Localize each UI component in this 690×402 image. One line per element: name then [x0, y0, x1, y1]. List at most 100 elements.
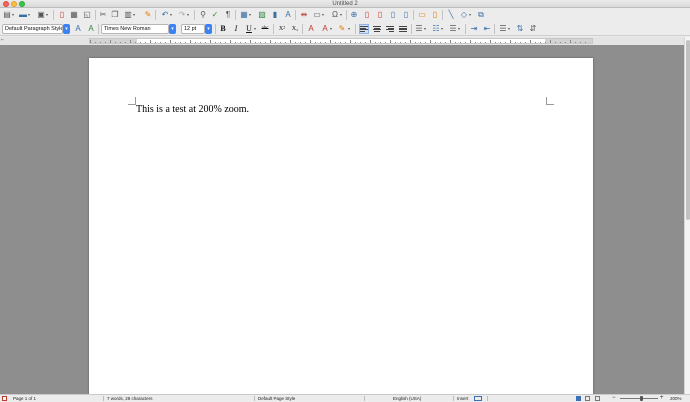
line-icon[interactable]: ╲	[446, 10, 456, 20]
save-dropdown-caret-icon[interactable]: ▾	[46, 12, 49, 18]
font-color-dropdown-caret-icon[interactable]: ▾	[330, 26, 333, 32]
font-color-icon[interactable]: A	[320, 24, 330, 34]
outline-list-icon[interactable]: ☰	[448, 24, 458, 34]
redo-dropdown-caret-icon[interactable]: ▾	[187, 12, 190, 18]
track-changes-icon[interactable]: ▯	[430, 10, 440, 20]
draw-functions-icon[interactable]: ⧉	[476, 10, 486, 20]
open-dropdown-caret-icon[interactable]: ▾	[28, 12, 31, 18]
underline-dropdown-caret-icon[interactable]: ▾	[254, 26, 257, 32]
insert-textbox-icon[interactable]: A	[283, 10, 293, 20]
print-preview-icon[interactable]: ◱	[82, 10, 92, 20]
line-spacing-dropdown-caret-icon[interactable]: ▾	[508, 26, 511, 32]
strikethrough-button[interactable]: abc	[260, 24, 270, 34]
font-size-dropdown-icon[interactable]: ▾	[205, 24, 212, 34]
increase-paragraph-spacing-icon[interactable]: ⇅	[515, 24, 525, 34]
table-dropdown-caret-icon[interactable]: ▾	[249, 12, 252, 18]
field-dropdown-caret-icon[interactable]: ▾	[322, 12, 325, 18]
insert-field-icon[interactable]: ▭	[312, 10, 322, 20]
word-count[interactable]: 7 words, 28 characters	[107, 395, 153, 402]
language[interactable]: English (USA)	[393, 395, 421, 402]
unordered-list-dropdown-caret-icon[interactable]: ▾	[424, 26, 427, 32]
selection-mode-icon[interactable]	[474, 396, 482, 401]
footnote-icon[interactable]: ▯	[362, 10, 372, 20]
export-pdf-icon[interactable]: ▯	[57, 10, 67, 20]
document-text[interactable]: This is a test at 200% zoom.	[136, 104, 249, 115]
paste-dropdown-caret-icon[interactable]: ▾	[133, 12, 136, 18]
superscript-button[interactable]: X²	[277, 24, 287, 34]
find-replace-icon[interactable]: ⚲	[198, 10, 208, 20]
new-dropdown-caret-icon[interactable]: ▾	[12, 12, 15, 18]
new-style-icon[interactable]: A	[86, 24, 96, 34]
underline-button[interactable]: U	[245, 24, 253, 34]
zoom-slider-handle[interactable]	[640, 396, 643, 401]
decrease-indent-icon[interactable]: ⇤	[482, 24, 492, 34]
vertical-scrollbar-thumb[interactable]	[686, 40, 690, 220]
increase-indent-icon[interactable]: ⇥	[469, 24, 479, 34]
ordered-list-dropdown-caret-icon[interactable]: ▾	[441, 26, 444, 32]
undo-dropdown-caret-icon[interactable]: ▾	[170, 12, 173, 18]
new-document-icon[interactable]: ▤	[2, 10, 12, 20]
ordered-list-icon[interactable]: ☷	[431, 24, 441, 34]
print-icon[interactable]: ▦	[69, 10, 79, 20]
bookmark-icon[interactable]: ▯	[388, 10, 398, 20]
unordered-list-icon[interactable]: ☰	[414, 24, 424, 34]
font-name-dropdown-icon[interactable]: ▾	[169, 24, 176, 34]
zoom-level[interactable]: 200%	[670, 395, 682, 402]
highlight-dropdown-caret-icon[interactable]: ▾	[348, 26, 351, 32]
multi-page-view-icon[interactable]	[585, 396, 590, 401]
highlight-color-icon[interactable]: ✎	[337, 24, 347, 34]
page-count[interactable]: Page 1 of 1	[13, 395, 36, 402]
align-left-button[interactable]	[359, 24, 369, 34]
bold-button[interactable]: B	[219, 24, 227, 34]
undo-icon[interactable]: ↶	[160, 10, 170, 20]
basic-shapes-icon[interactable]: ◇	[459, 10, 469, 20]
zoom-slider[interactable]	[620, 398, 658, 399]
align-right-button[interactable]	[386, 25, 394, 33]
justify-button[interactable]	[399, 25, 407, 33]
insert-chart-icon[interactable]: ▮	[270, 10, 280, 20]
shapes-dropdown-caret-icon[interactable]: ▾	[469, 12, 472, 18]
paste-icon[interactable]: ▥	[123, 10, 133, 20]
outline-dropdown-caret-icon[interactable]: ▾	[458, 26, 461, 32]
cross-reference-icon[interactable]: ▯	[401, 10, 411, 20]
document-page[interactable]: This is a test at 200% zoom.	[89, 58, 593, 398]
font-size-select[interactable]: 12 pt	[181, 24, 205, 34]
clone-formatting-icon[interactable]: ✎	[143, 10, 153, 20]
align-center-button[interactable]	[373, 25, 381, 33]
clear-formatting-icon[interactable]: A	[306, 24, 316, 34]
zoom-in-icon[interactable]: +	[660, 395, 664, 402]
page-break-icon[interactable]: ⇹	[299, 10, 309, 20]
horizontal-ruler[interactable]	[89, 38, 593, 44]
line-spacing-icon[interactable]: ☰	[498, 24, 508, 34]
comment-icon[interactable]: ▭	[417, 10, 427, 20]
insert-mode[interactable]: Insert	[457, 395, 468, 402]
copy-icon[interactable]: ❐	[110, 10, 120, 20]
book-view-icon[interactable]	[595, 396, 600, 401]
cut-icon[interactable]: ✂	[98, 10, 108, 20]
insert-image-icon[interactable]: ▨	[257, 10, 267, 20]
page-style[interactable]: Default Page Style	[258, 395, 295, 402]
subscript-button[interactable]: X₂	[290, 24, 300, 34]
spellcheck-icon[interactable]: ✓	[210, 10, 220, 20]
zoom-out-icon[interactable]: −	[612, 395, 616, 402]
vertical-scrollbar[interactable]	[684, 37, 690, 394]
special-character-dropdown-caret-icon[interactable]: ▾	[340, 12, 343, 18]
paragraph-style-select[interactable]: Default Paragraph Style	[2, 24, 63, 34]
endnote-icon[interactable]: ▯	[375, 10, 385, 20]
insert-table-icon[interactable]: ▦	[239, 10, 249, 20]
decrease-paragraph-spacing-icon[interactable]: ⇵	[528, 24, 538, 34]
paragraph-style-dropdown-icon[interactable]: ▾	[63, 24, 70, 34]
ruler-tick	[330, 40, 331, 43]
save-icon[interactable]: ▣	[36, 10, 46, 20]
formatting-marks-icon[interactable]: ¶	[223, 10, 233, 20]
open-folder-icon[interactable]: ▬	[18, 10, 28, 20]
special-character-icon[interactable]: Ω	[330, 10, 340, 20]
ruler-tick	[150, 40, 151, 43]
update-style-icon[interactable]: A	[73, 24, 83, 34]
hyperlink-icon[interactable]: ⊕	[349, 10, 359, 20]
single-page-view-icon[interactable]	[576, 396, 581, 401]
font-name-select[interactable]: Times New Roman	[101, 24, 169, 34]
redo-icon[interactable]: ↷	[177, 10, 187, 20]
tab-stop-selector-icon[interactable]: ⌐	[1, 38, 5, 43]
italic-button[interactable]: I	[232, 24, 240, 34]
